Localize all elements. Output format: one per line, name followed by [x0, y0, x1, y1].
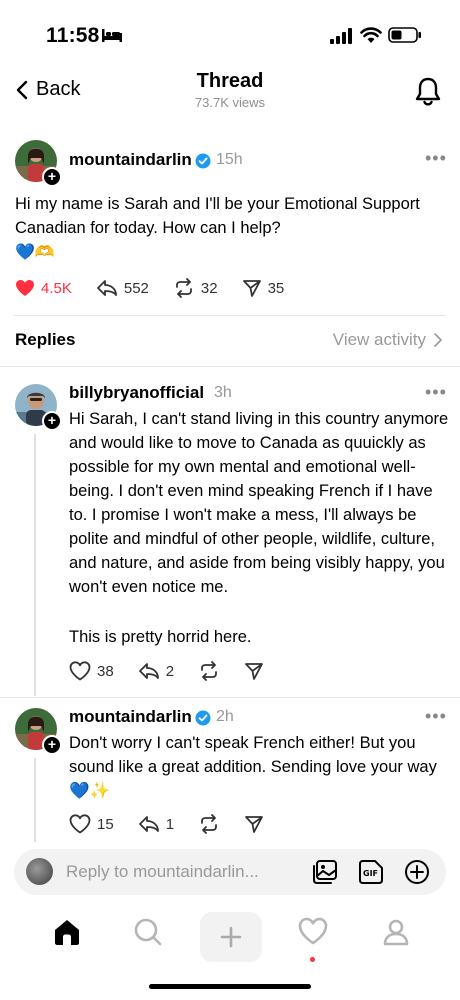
avatar[interactable]: +	[15, 384, 62, 431]
reply-count: 1	[165, 815, 175, 833]
reply-username[interactable]: mountaindarlin	[69, 707, 192, 727]
share-button[interactable]: 35	[242, 278, 285, 298]
gif-icon[interactable]: GIF	[358, 859, 384, 885]
status-time: 11:58	[46, 24, 100, 47]
repost-button[interactable]	[198, 814, 220, 834]
repost-icon	[201, 814, 217, 834]
bottom-tab-bar	[0, 905, 460, 975]
repost-button[interactable]: 32	[173, 278, 218, 298]
reply-username[interactable]: billybryanofficial	[69, 383, 204, 403]
send-icon	[242, 280, 261, 297]
follow-plus-icon[interactable]: +	[42, 735, 62, 755]
repost-icon	[175, 278, 192, 298]
reply-count: 552	[123, 279, 149, 297]
replies-heading: Replies	[15, 330, 76, 349]
heart-icon	[69, 814, 91, 834]
avatar[interactable]: +	[15, 708, 62, 755]
send-icon	[245, 663, 263, 680]
thread-line	[34, 758, 36, 842]
reply-actions: 15 1	[69, 814, 288, 834]
share-count: 35	[267, 279, 285, 297]
verified-badge-icon	[195, 710, 211, 726]
post-actions: 4.5K 552 32 35	[15, 278, 308, 298]
follow-plus-icon[interactable]: +	[42, 411, 62, 431]
share-button[interactable]	[244, 661, 264, 681]
like-count: 4.5K	[41, 279, 72, 297]
reply-input-placeholder[interactable]: Reply to mountaindarlin...	[66, 862, 259, 882]
view-count: 73.7K views	[194, 95, 266, 110]
svg-text:GIF: GIF	[363, 869, 378, 878]
heart-icon	[69, 661, 91, 681]
profile-icon[interactable]	[381, 917, 411, 947]
repost-button[interactable]	[198, 661, 220, 681]
share-button[interactable]	[244, 814, 264, 834]
image-gallery-icon[interactable]	[312, 859, 338, 885]
heart-icon[interactable]	[298, 917, 328, 945]
reply-arrow-icon	[138, 663, 159, 679]
thread-header: Back Thread 73.7K views	[0, 70, 460, 120]
wifi-icon	[360, 27, 382, 43]
reply-time: 3h	[214, 384, 232, 401]
view-activity-link[interactable]: View activity	[333, 330, 442, 350]
reply-body: Hi Sarah, I can't stand living in this c…	[69, 410, 449, 596]
plus-icon	[220, 926, 242, 948]
more-options-icon[interactable]: •••	[425, 706, 447, 727]
bell-icon[interactable]	[414, 76, 442, 106]
repost-icon	[201, 661, 217, 681]
repost-count: 32	[200, 279, 218, 297]
view-activity-label: View activity	[332, 330, 426, 349]
reply-button[interactable]: 552	[96, 279, 149, 297]
status-bar: 11:58	[0, 0, 460, 70]
reply-body: Don't worry I can't speak French either!…	[69, 734, 437, 800]
new-thread-button[interactable]	[200, 912, 262, 962]
page-title: Thread	[196, 70, 264, 92]
follow-plus-icon[interactable]: +	[42, 167, 62, 187]
more-options-icon[interactable]: •••	[425, 148, 447, 169]
avatar[interactable]: +	[15, 140, 62, 187]
battery-icon	[388, 27, 421, 43]
sleep-focus-icon	[102, 29, 122, 42]
thread-line	[34, 434, 36, 696]
send-icon	[245, 816, 263, 833]
like-count: 15	[97, 815, 114, 833]
reply-time: 2h	[216, 708, 234, 725]
post-emojis: 💙🫶	[15, 244, 55, 261]
reply-input-bar[interactable]: Reply to mountaindarlin... GIF	[14, 849, 446, 895]
like-button[interactable]: 15	[69, 814, 114, 834]
more-options-icon[interactable]: •••	[425, 382, 447, 403]
home-indicator	[149, 984, 311, 989]
post-time: 15h	[216, 151, 243, 168]
reply-button[interactable]: 2	[138, 662, 174, 680]
reply-body-line: This is pretty horrid here.	[69, 628, 252, 646]
post-username[interactable]: mountaindarlin	[69, 150, 192, 170]
post-body: Hi my name is Sarah and I'll be your Emo…	[15, 195, 420, 237]
reply-actions: 38 2	[69, 661, 288, 681]
notification-dot	[310, 957, 315, 962]
add-circle-icon[interactable]	[404, 859, 430, 885]
divider	[0, 697, 460, 698]
cellular-signal-icon	[330, 28, 352, 44]
like-button[interactable]: 4.5K	[15, 279, 72, 297]
reply-count: 2	[165, 662, 175, 680]
home-icon[interactable]	[52, 917, 82, 947]
chevron-right-icon	[434, 333, 442, 347]
avatar	[26, 858, 53, 885]
like-count: 38	[97, 662, 114, 680]
reply-arrow-icon	[96, 280, 117, 296]
divider	[0, 366, 460, 367]
divider	[14, 315, 446, 316]
reply-arrow-icon	[138, 816, 159, 832]
like-button[interactable]: 38	[69, 661, 114, 681]
reply-button[interactable]: 1	[138, 815, 174, 833]
verified-badge-icon	[195, 153, 211, 169]
heart-filled-icon	[16, 280, 34, 296]
search-icon[interactable]	[133, 917, 163, 947]
